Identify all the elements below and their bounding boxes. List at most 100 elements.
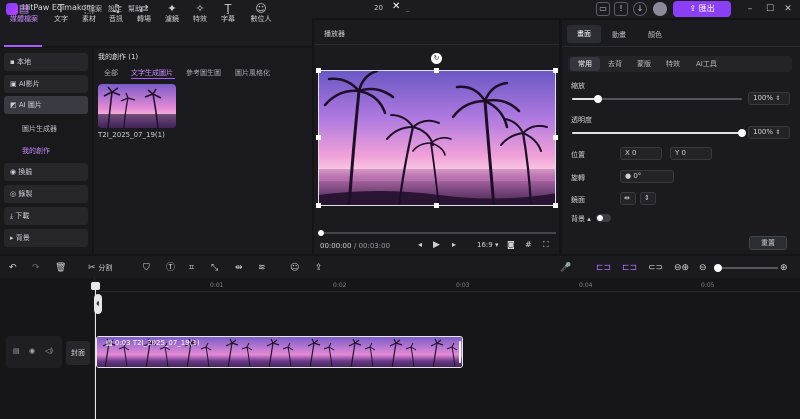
undo-icon[interactable]: ↶	[9, 262, 17, 274]
fullscreen-icon[interactable]: ⛶	[543, 240, 549, 250]
microphone-icon[interactable]: 🎤	[560, 262, 571, 274]
fit-icon[interactable]: ⊖⊕	[674, 262, 689, 274]
zoom-out-icon[interactable]: ⊖	[699, 262, 707, 274]
player-progress-track[interactable]	[320, 232, 556, 234]
resize-handle-r[interactable]	[553, 135, 558, 140]
sidebar-item-download[interactable]: ⤓ 下載	[4, 207, 88, 225]
snapshot-icon[interactable]: ◙	[507, 240, 515, 249]
next-frame-icon[interactable]: ▸	[452, 240, 456, 249]
player-progress-knob[interactable]	[318, 230, 324, 236]
timeline-zoom-knob[interactable]	[714, 264, 722, 272]
sidebar-item-ai-video[interactable]: ▣ AI影片	[4, 75, 88, 93]
tool-sticker[interactable]: ⬚ 素材	[76, 2, 102, 28]
tab-all[interactable]: 全部	[104, 68, 118, 78]
grid-icon[interactable]: #	[525, 240, 532, 249]
close-icon[interactable]: ✕	[782, 3, 794, 15]
subtab-mask[interactable]: 蒙版	[637, 59, 651, 69]
tab-animation[interactable]: 動畫	[612, 30, 626, 40]
sidebar-subitem-my-creations[interactable]: 我的創作	[22, 146, 50, 156]
stepper-icon: ⇕	[775, 95, 781, 102]
minimize-icon[interactable]: –	[744, 3, 756, 15]
preview-canvas[interactable]	[318, 70, 556, 206]
x-label: X	[625, 149, 630, 157]
subtab-ai-tools[interactable]: AI工具	[696, 59, 717, 69]
prev-frame-icon[interactable]: ◂	[418, 240, 422, 249]
rotation-input[interactable]: ● 0°	[620, 170, 674, 183]
playhead[interactable]	[95, 288, 96, 419]
tab-color[interactable]: 顏色	[648, 30, 662, 40]
aspect-ratio-select[interactable]: 16:9 ▾	[477, 241, 498, 249]
split-button[interactable]: ✂ 分割	[88, 262, 112, 274]
shield-icon[interactable]: ⛉	[143, 262, 150, 274]
sidebar-item-record[interactable]: ◎ 錄製	[4, 185, 88, 203]
layout-icon[interactable]: ▭	[596, 2, 610, 16]
link-icon[interactable]: ⊏⊐	[596, 262, 611, 274]
opacity-input[interactable]: 100% ⇕	[748, 126, 790, 139]
timeline-zoom-track[interactable]	[714, 267, 778, 269]
reset-button[interactable]: 重置	[749, 236, 787, 250]
export-frame-icon[interactable]: ⇪	[315, 262, 323, 274]
resize-handle-tr[interactable]	[553, 68, 558, 73]
clip-trim-handle[interactable]	[459, 341, 461, 363]
resize-handle-bl[interactable]	[316, 203, 321, 208]
play-icon[interactable]: ▶	[433, 240, 440, 250]
sidebar-item-face-swap[interactable]: ◉ 換臉	[4, 163, 88, 181]
maximize-icon[interactable]: ☐	[764, 3, 776, 15]
resize-handle-b[interactable]	[434, 203, 439, 208]
subtab-common[interactable]: 常用	[570, 57, 600, 71]
zoom-in-icon[interactable]: ⊕	[780, 262, 788, 274]
sidebar-item-background[interactable]: ▸ 背景	[4, 229, 88, 247]
export-button[interactable]: ⇪ 匯出	[673, 1, 731, 17]
avatar[interactable]	[653, 2, 667, 16]
person-icon[interactable]: ☺	[290, 262, 299, 274]
tool-media[interactable]: ▤ 媒體檔案	[6, 2, 42, 28]
feedback-icon[interactable]: !	[614, 2, 628, 16]
subtab-remove-bg[interactable]: 去背	[608, 59, 622, 69]
tool-transition[interactable]: ⇄ 轉場	[131, 2, 157, 28]
track-visibility-icon[interactable]: ◉	[29, 347, 35, 355]
resize-handle-t[interactable]	[434, 68, 439, 73]
position-x-input[interactable]: X 0	[620, 147, 662, 160]
opacity-slider-knob[interactable]	[738, 129, 746, 137]
cover-button[interactable]: 封面	[66, 341, 90, 365]
resize-handle-l[interactable]	[316, 135, 321, 140]
track-audio-icon[interactable]: ◁)	[45, 347, 53, 355]
magnet-icon[interactable]: ⊏⊐	[622, 262, 637, 274]
thumbnail-caption: T2I_2025_07_19(1)	[98, 131, 165, 139]
background-toggle[interactable]	[596, 214, 611, 222]
tool-filter[interactable]: ✦ 濾鏡	[159, 2, 185, 28]
tab-image-to-image[interactable]: 參考圖生圖	[186, 68, 221, 78]
tool-avatar[interactable]: ☺ 數位人	[245, 2, 277, 28]
snap-icon[interactable]: ⊂⊃	[648, 262, 663, 274]
text-box-icon[interactable]: Ⓣ	[166, 262, 175, 274]
download-icon[interactable]: ↓	[633, 2, 647, 16]
adjust-icon[interactable]: ≋	[258, 262, 266, 274]
close-popup-icon[interactable]: ✕	[392, 1, 400, 12]
tab-stylize[interactable]: 圖片風格化	[235, 68, 270, 78]
flip-horizontal-icon[interactable]: ⇹	[620, 192, 636, 205]
tool-subtitle[interactable]: Ţ 字幕	[215, 2, 241, 28]
tool-audio[interactable]: ♫ 音訊	[103, 2, 129, 28]
tool-text[interactable]: T 文字	[48, 2, 74, 28]
sidebar-item-local[interactable]: ▪ 本地	[4, 53, 88, 71]
media-thumbnail[interactable]	[98, 84, 176, 128]
zoom-input[interactable]: 100% ⇕	[748, 92, 790, 105]
track-video-icon[interactable]: ▤	[13, 347, 20, 355]
mirror-icon[interactable]: ⇹	[235, 262, 243, 274]
tool-effects[interactable]: ✧ 特效	[187, 2, 213, 28]
rotate-handle-icon[interactable]: ↻	[431, 53, 442, 64]
position-y-input[interactable]: Y 0	[670, 147, 712, 160]
delete-icon[interactable]: 🗑	[55, 262, 66, 274]
sidebar-subitem-generator[interactable]: 圖片生成器	[22, 124, 57, 134]
tab-picture[interactable]: 畫面	[567, 25, 601, 43]
resize-handle-tl[interactable]	[316, 68, 321, 73]
subtab-effects[interactable]: 特效	[666, 59, 680, 69]
tab-text-to-image[interactable]: 文字生成圖片	[131, 68, 173, 78]
resize-handle-br[interactable]	[553, 203, 558, 208]
flip-vertical-icon[interactable]: ⇕	[640, 192, 656, 205]
redo-icon[interactable]: ↷	[32, 262, 40, 274]
sidebar-item-ai-image[interactable]: ◩ AI 圖片	[4, 96, 88, 114]
resize-icon[interactable]: ⤡	[211, 262, 218, 274]
zoom-slider-knob[interactable]	[594, 95, 602, 103]
crop-icon[interactable]: ⌗	[189, 262, 194, 274]
